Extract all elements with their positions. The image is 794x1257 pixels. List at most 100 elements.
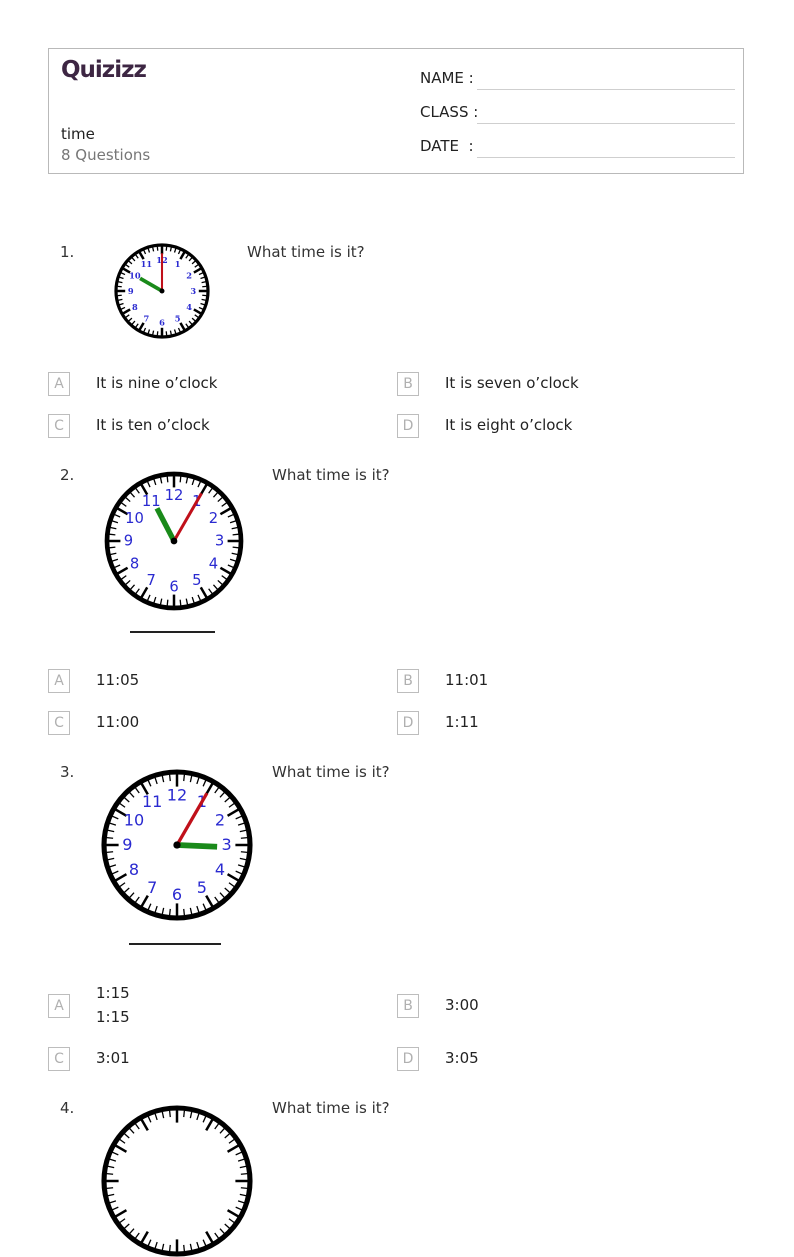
option-text: 1:11	[445, 713, 479, 731]
question-text: What time is it?	[272, 763, 390, 781]
clock-numeral: 2	[186, 271, 192, 281]
worksheet-header: Quizizz time 8 Questions NAME : CLASS : …	[48, 48, 744, 174]
minute-tick	[167, 600, 168, 606]
option-letter: A	[48, 669, 70, 693]
option-text: It is nine o’clock	[96, 374, 217, 392]
class-field[interactable]: CLASS :	[420, 103, 735, 127]
minute-tick	[184, 1245, 185, 1252]
minute-tick	[107, 838, 114, 839]
clock-numeral: 7	[143, 313, 149, 323]
clock-numeral: 7	[147, 572, 156, 589]
worksheet-title: time	[61, 125, 95, 143]
minute-tick	[184, 909, 185, 916]
option-letter: C	[48, 711, 70, 735]
minute-tick	[118, 282, 122, 283]
question-text: What time is it?	[272, 466, 390, 484]
minute-tick	[107, 1174, 114, 1175]
minute-tick	[153, 247, 154, 251]
minute-tick	[109, 534, 115, 535]
hour-hand	[177, 845, 217, 847]
minute-tick	[202, 282, 206, 283]
option-text: 3:00	[445, 996, 479, 1014]
clock-center	[173, 841, 180, 848]
question-text: What time is it?	[247, 243, 365, 261]
clock-numeral: 5	[175, 313, 181, 323]
minute-tick	[241, 1174, 248, 1175]
clock-image	[101, 1105, 253, 1257]
minute-tick	[107, 852, 114, 853]
clock-numeral: 3	[222, 835, 232, 854]
option-letter: B	[397, 669, 419, 693]
clock-numeral: 9	[122, 835, 132, 854]
question-number: 1.	[60, 243, 74, 261]
question-count: 8 Questions	[61, 146, 150, 164]
minute-tick	[170, 331, 171, 335]
answer-blank	[129, 943, 221, 945]
question-text: What time is it?	[272, 1099, 390, 1117]
class-line[interactable]	[477, 123, 735, 124]
option-letter: C	[48, 414, 70, 438]
option-text: 11:00	[96, 713, 139, 731]
minute-tick	[241, 852, 248, 853]
question-number: 4.	[60, 1099, 74, 1117]
option-text: It is seven o’clock	[445, 374, 579, 392]
option-letter: B	[397, 994, 419, 1018]
minute-tick	[118, 299, 122, 300]
answer-blank	[130, 631, 215, 633]
clock-numeral: 10	[124, 810, 144, 829]
clock-numeral: 9	[124, 533, 133, 550]
clock-image: 123456789101112	[104, 471, 244, 611]
minute-tick	[241, 838, 248, 839]
clock-numeral: 8	[130, 555, 139, 572]
minute-tick	[180, 476, 181, 482]
minute-tick	[202, 299, 206, 300]
minute-tick	[233, 534, 239, 535]
minute-tick	[184, 775, 185, 782]
clock-numeral: 12	[167, 785, 187, 804]
clock-numeral: 3	[190, 286, 196, 296]
minute-tick	[184, 1111, 185, 1118]
minute-tick	[109, 547, 115, 548]
clock-numeral: 10	[129, 271, 141, 281]
clock-numeral: 9	[128, 286, 134, 296]
option-letter: C	[48, 1047, 70, 1071]
clock-numeral: 2	[209, 510, 218, 527]
clock-numeral: 8	[129, 860, 139, 879]
class-label: CLASS :	[420, 103, 478, 121]
name-line[interactable]	[477, 89, 735, 90]
date-field[interactable]: DATE :	[420, 137, 735, 161]
option-text: 3:05	[445, 1049, 479, 1067]
minute-tick	[167, 476, 168, 482]
clock-image: 123456789101112	[112, 242, 212, 340]
clock-numeral: 6	[172, 885, 182, 904]
quizizz-logo: Quizizz	[61, 57, 146, 83]
minute-tick	[170, 1111, 171, 1118]
question-number: 2.	[60, 466, 74, 484]
clock-image: 123456789101112	[101, 769, 253, 921]
option-letter: D	[397, 414, 419, 438]
clock-numeral: 11	[142, 493, 161, 510]
minute-tick	[153, 331, 154, 335]
minute-tick	[170, 1245, 171, 1252]
clock-numeral: 11	[141, 259, 153, 269]
option-text-line-2: 1:15	[96, 1008, 130, 1026]
clock-numeral: 5	[192, 572, 201, 589]
clock-numeral: 7	[147, 878, 157, 897]
option-text: 11:01	[445, 671, 488, 689]
minute-tick	[170, 775, 171, 782]
minute-tick	[170, 909, 171, 916]
date-line[interactable]	[477, 157, 735, 158]
name-field[interactable]: NAME :	[420, 69, 735, 93]
option-text: 3:01	[96, 1049, 130, 1067]
option-text: 11:05	[96, 671, 139, 689]
option-letter: D	[397, 711, 419, 735]
clock-numeral: 1	[175, 259, 181, 269]
clock-numeral: 10	[125, 510, 144, 527]
minute-tick	[107, 1188, 114, 1189]
clock-numeral: 4	[186, 302, 192, 312]
date-label: DATE :	[420, 137, 474, 155]
clock-numeral: 5	[197, 878, 207, 897]
clock-numeral: 11	[142, 792, 162, 811]
option-text: 1:15	[96, 984, 130, 1002]
question-number: 3.	[60, 763, 74, 781]
